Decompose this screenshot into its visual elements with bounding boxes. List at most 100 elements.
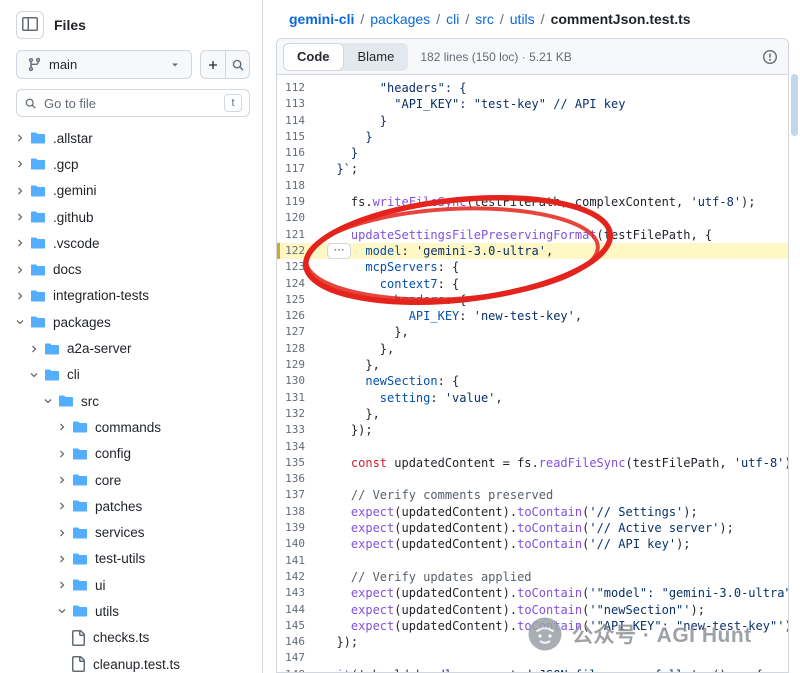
- line-number[interactable]: 147: [277, 650, 322, 666]
- line-number[interactable]: 132: [277, 406, 322, 422]
- code-line: 137 // Verify comments preserved: [277, 487, 788, 503]
- code-line: 120: [277, 210, 788, 226]
- line-number[interactable]: 126: [277, 308, 322, 324]
- tree-item-ui[interactable]: ui: [10, 572, 250, 598]
- line-number[interactable]: 115: [277, 129, 322, 145]
- tree-item-github[interactable]: .github: [10, 204, 250, 230]
- code-text: newSection: {: [322, 373, 459, 389]
- line-number[interactable]: 138: [277, 504, 322, 520]
- tree-item-patches[interactable]: patches: [10, 493, 250, 519]
- tree-item-docs[interactable]: docs: [10, 256, 250, 282]
- line-number[interactable]: 148: [277, 667, 322, 673]
- line-number[interactable]: 133: [277, 422, 322, 438]
- line-number[interactable]: 146: [277, 634, 322, 650]
- code-text: "API_KEY": "test-key" // API key: [322, 96, 625, 112]
- breadcrumb-segment[interactable]: packages: [370, 11, 430, 27]
- line-number[interactable]: 131: [277, 390, 322, 406]
- line-number[interactable]: 119: [277, 194, 322, 210]
- tree-item-checks-ts[interactable]: checks.ts: [10, 625, 250, 651]
- line-number[interactable]: 118: [277, 178, 322, 194]
- tree-item-cleanup-test-ts[interactable]: cleanup.test.ts: [10, 651, 250, 673]
- line-number[interactable]: 124: [277, 276, 322, 292]
- code-text: });: [322, 634, 358, 650]
- tree-item-config[interactable]: config: [10, 441, 250, 467]
- code-line: 130 newSection: {: [277, 373, 788, 389]
- tree-item-label: docs: [53, 262, 82, 277]
- line-number[interactable]: 128: [277, 341, 322, 357]
- line-number[interactable]: 113: [277, 96, 322, 112]
- code-line: 126 API_KEY: 'new-test-key',: [277, 308, 788, 324]
- line-number[interactable]: 123: [277, 259, 322, 275]
- breadcrumb-segment[interactable]: gemini-cli: [289, 11, 354, 27]
- tree-item-utils[interactable]: utils: [10, 598, 250, 624]
- go-to-file-input[interactable]: Go to file t: [16, 89, 250, 117]
- line-number[interactable]: 116: [277, 145, 322, 161]
- line-number[interactable]: 127: [277, 324, 322, 340]
- line-number[interactable]: 129: [277, 357, 322, 373]
- tree-item-label: a2a-server: [67, 341, 132, 356]
- tree-item-vscode[interactable]: .vscode: [10, 230, 250, 256]
- tab-code[interactable]: Code: [283, 43, 344, 71]
- code-lines: 112 "headers": {113 "API_KEY": "test-key…: [277, 80, 788, 673]
- line-number[interactable]: 144: [277, 602, 322, 618]
- tree-item-src[interactable]: src: [10, 388, 250, 414]
- line-number[interactable]: 130: [277, 373, 322, 389]
- line-number[interactable]: 114: [277, 113, 322, 129]
- line-number[interactable]: 122: [277, 243, 322, 259]
- line-number[interactable]: 137: [277, 487, 322, 503]
- folder-icon: [30, 262, 46, 278]
- tree-item-services[interactable]: services: [10, 519, 250, 545]
- line-number[interactable]: 121: [277, 227, 322, 243]
- code-line: 148 it('should handle corrupted JSON fil…: [277, 667, 788, 673]
- tree-item-gcp[interactable]: .gcp: [10, 151, 250, 177]
- breadcrumb-segment[interactable]: utils: [510, 11, 535, 27]
- branch-selector[interactable]: main: [16, 50, 192, 79]
- tree-item-core[interactable]: core: [10, 467, 250, 493]
- tree-item-allstar[interactable]: .allstar: [10, 125, 250, 151]
- tree-item-commands[interactable]: commands: [10, 414, 250, 440]
- code-text: it('should handle corrupted JSON files g…: [322, 667, 763, 673]
- breadcrumb-segment[interactable]: src: [475, 11, 494, 27]
- line-number[interactable]: 136: [277, 471, 322, 487]
- code-line: 133 });: [277, 422, 788, 438]
- line-number[interactable]: 125: [277, 292, 322, 308]
- code-text: },: [322, 406, 380, 422]
- code-text: }: [322, 129, 373, 145]
- vertical-scrollbar[interactable]: [791, 74, 798, 136]
- folder-icon: [30, 288, 46, 304]
- breadcrumb-separator: /: [465, 11, 469, 27]
- tree-item-label: commands: [95, 420, 161, 435]
- code-text: },: [322, 324, 409, 340]
- breadcrumb-segment[interactable]: cli: [446, 11, 459, 27]
- line-number[interactable]: 145: [277, 618, 322, 634]
- search-code-button[interactable]: [225, 51, 249, 78]
- tree-item-a2a-server[interactable]: a2a-server: [10, 335, 250, 361]
- code-line: 131 setting: 'value',: [277, 390, 788, 406]
- code-text: expect(updatedContent).toContain('"model…: [322, 585, 789, 601]
- line-number[interactable]: 139: [277, 520, 322, 536]
- line-number[interactable]: 134: [277, 439, 322, 455]
- code-text: expect(updatedContent).toContain('"newSe…: [322, 602, 705, 618]
- tree-item-integration-tests[interactable]: integration-tests: [10, 283, 250, 309]
- line-number[interactable]: 141: [277, 553, 322, 569]
- line-number[interactable]: 143: [277, 585, 322, 601]
- add-file-button[interactable]: [201, 51, 225, 78]
- line-number[interactable]: 120: [277, 210, 322, 226]
- tree-item-label: checks.ts: [93, 630, 149, 645]
- line-number[interactable]: 135: [277, 455, 322, 471]
- tree-item-gemini[interactable]: .gemini: [10, 178, 250, 204]
- tree-item-test-utils[interactable]: test-utils: [10, 546, 250, 572]
- line-number[interactable]: 117: [277, 161, 322, 177]
- tree-item-cli[interactable]: cli: [10, 362, 250, 388]
- line-number[interactable]: 112: [277, 80, 322, 96]
- code-text: }: [322, 113, 387, 129]
- code-actions-button[interactable]: ⋯: [327, 243, 351, 259]
- chevron-right-icon: [56, 500, 68, 512]
- tab-blame[interactable]: Blame: [344, 43, 409, 71]
- tree-item-packages[interactable]: packages: [10, 309, 250, 335]
- line-number[interactable]: 140: [277, 536, 322, 552]
- collapse-sidebar-button[interactable]: [16, 11, 44, 39]
- folder-icon: [72, 525, 88, 541]
- symbols-panel-icon[interactable]: [762, 49, 778, 65]
- line-number[interactable]: 142: [277, 569, 322, 585]
